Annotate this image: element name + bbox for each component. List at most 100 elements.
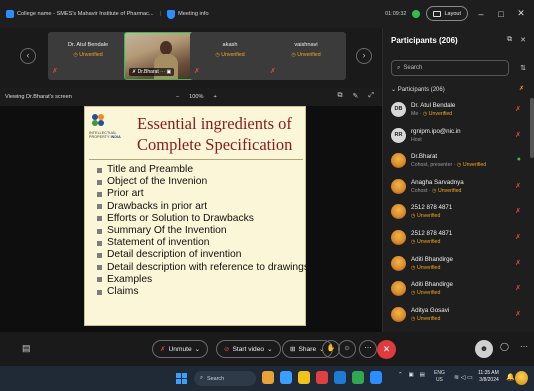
avatar	[391, 229, 406, 245]
mic-muted-icon[interactable]: ✗	[515, 131, 521, 139]
video-name-label: ✗ Dr.Bharat ⋯ ▣	[129, 68, 175, 76]
participants-panel: Participants (206) ⧉ ✕ ⌕ Search ⇅ ⌄ Part…	[382, 28, 534, 332]
participant-row[interactable]: Dr.Bharat Cohost, presenter · ◷ Unverifi…	[383, 149, 529, 175]
panel-scrollbar[interactable]	[530, 98, 534, 158]
participant-tile[interactable]: vaishnavi ◷ Unverified ✗	[266, 32, 346, 80]
more-options-button[interactable]: ⋯	[359, 340, 377, 358]
bullet-square-icon	[97, 192, 102, 197]
participant-row[interactable]: Aditi Bhandirge ◷ Unverified ✗	[383, 252, 529, 278]
app-icon[interactable]	[262, 371, 274, 384]
chat-bubble-icon[interactable]: ◯	[500, 342, 509, 351]
mic-muted-icon[interactable]: ✗	[515, 105, 521, 113]
maximize-button[interactable]: □	[494, 9, 508, 19]
bullet-square-icon	[97, 216, 102, 222]
participant-name: Aditya Gosavi	[411, 306, 450, 314]
participant-row[interactable]: Aditi Bhandirge ◷ Unverified ✗	[383, 277, 529, 303]
chat-icon[interactable]: ▤	[22, 343, 31, 354]
participants-button[interactable]: ☻	[475, 340, 493, 358]
notification-icon[interactable]: 🔔	[506, 373, 515, 381]
layout-button[interactable]: Layout	[426, 6, 468, 21]
zoom-out-button[interactable]: –	[176, 94, 179, 100]
taskbar-search-label: Search	[207, 375, 225, 382]
shield-icon[interactable]	[167, 9, 176, 19]
minimize-button[interactable]: –	[474, 9, 488, 19]
participant-tile[interactable]: Dr. Atul Bendale ◷ Unverified ✗	[48, 32, 128, 80]
chevron-up-icon[interactable]: ⌃	[398, 372, 403, 378]
leave-meeting-button[interactable]: ✕	[377, 340, 396, 359]
tray-app-icon[interactable]: ▣	[409, 372, 414, 378]
participant-name: Anagha Sarvadnya	[411, 178, 464, 186]
tile-name: vaishnavi	[294, 42, 318, 48]
bullet-item: Efforts or Solution to Drawbacks	[97, 213, 309, 225]
app-icon[interactable]	[298, 371, 310, 384]
mic-muted-icon[interactable]: ✗	[515, 310, 521, 318]
more-menu-icon[interactable]: ⋯	[520, 342, 528, 351]
participant-search-input[interactable]: ⌕ Search	[391, 60, 509, 76]
app-icon[interactable]	[280, 371, 292, 384]
secure-status-icon[interactable]	[412, 9, 421, 18]
mic-muted-icon[interactable]: ✗	[515, 207, 521, 215]
avatar	[391, 178, 406, 194]
app-icon[interactable]	[352, 371, 364, 384]
ip-logo-mark	[92, 114, 104, 126]
avatar: RR	[391, 127, 406, 143]
tray-app-icon[interactable]: ▤	[420, 372, 425, 378]
title-separator: |	[159, 11, 162, 17]
participant-role: ◷ Unverified	[411, 264, 441, 271]
popout-icon[interactable]: ⧉	[507, 36, 512, 44]
mic-muted-icon[interactable]: ✗	[515, 259, 521, 267]
mic-muted-icon[interactable]: ✗	[515, 284, 521, 292]
reactions-button[interactable]: ☺	[338, 340, 356, 358]
zoom-in-button[interactable]: +	[213, 94, 216, 100]
strip-prev-button[interactable]: ‹	[20, 48, 36, 64]
mic-muted-icon[interactable]: ✗	[515, 182, 521, 190]
strip-next-button[interactable]: ›	[356, 48, 372, 64]
weather-icon[interactable]	[515, 371, 528, 385]
bullet-square-icon	[97, 204, 102, 210]
participant-tile[interactable]: akash ◷ Unverified ✗	[190, 32, 270, 80]
fullscreen-icon[interactable]: ⤢	[368, 92, 374, 100]
participant-row[interactable]: RR rgnipm.ipo@nic.in Host ✗	[383, 124, 529, 150]
participant-row[interactable]: DB Dr. Atul Bendale Me · ◷ Unverified ✗	[383, 98, 529, 124]
mute-all-icon[interactable]: ✗	[519, 85, 524, 92]
participant-row[interactable]: 2512 878 4871 ◷ Unverified ✗	[383, 200, 529, 226]
search-icon: ⌕	[200, 375, 204, 381]
meeting-info-link[interactable]: Meeting info	[178, 11, 208, 17]
close-window-button[interactable]: ✕	[514, 8, 528, 19]
bullet-square-icon	[97, 167, 102, 173]
unmute-button[interactable]: ✗ Unmute ⌄	[152, 340, 209, 358]
app-icon[interactable]	[316, 371, 328, 384]
annotate-icon[interactable]: ✎	[353, 92, 359, 100]
system-clock[interactable]: 11:35 AM 3/8/2024	[478, 370, 499, 384]
presentation-slide: INTELLECTUAL PROPERTY INDIA Essential in…	[84, 106, 309, 326]
mic-on-icon[interactable]: ●	[517, 156, 521, 163]
wifi-volume-icons[interactable]: ≋ ◁ ▭	[454, 374, 473, 381]
zoom-level: 100%	[189, 94, 204, 100]
ip-india-logo: INTELLECTUAL PROPERTY INDIA	[89, 113, 127, 149]
participant-role: ◷ Unverified	[411, 290, 441, 297]
close-panel-icon[interactable]: ✕	[520, 36, 526, 44]
participants-group-toggle[interactable]: ⌄ Participants (206)	[391, 86, 445, 93]
app-title-group: College name - SMES's Mahavir Institute …	[6, 9, 209, 19]
view-options-icon[interactable]: ⧉	[338, 92, 343, 100]
participant-role: Cohost, presenter · ◷ Unverified	[411, 162, 487, 169]
app-icon[interactable]	[334, 371, 346, 384]
participant-name: Dr. Atul Bendale	[411, 102, 456, 109]
taskbar-search[interactable]: ⌕ Search	[194, 371, 256, 386]
zoom-meeting-window: College name - SMES's Mahavir Institute …	[0, 0, 534, 391]
bullet-square-icon	[97, 289, 102, 295]
participant-row[interactable]: Aditya Gosavi ◷ Unverified ✗	[383, 303, 529, 329]
participant-row[interactable]: 2512 878 4871 ◷ Unverified ✗	[383, 226, 529, 252]
mic-muted-icon[interactable]: ✗	[515, 233, 521, 241]
participant-row[interactable]: Anagha Sarvadnya Cohost · ◷ Unverified ✗	[383, 175, 529, 201]
bullet-item: Claims	[97, 286, 309, 298]
sort-icon[interactable]: ⇅	[520, 64, 526, 72]
zoom-taskbar-icon[interactable]	[370, 371, 382, 384]
participant-role: Host	[411, 136, 422, 143]
language-indicator[interactable]: ENG US	[434, 370, 445, 384]
video-off-icon: ⊘	[224, 346, 230, 353]
windows-start-icon[interactable]	[176, 373, 187, 384]
participant-name: Dr.Bharat	[411, 153, 438, 161]
start-video-button[interactable]: ⊘ Start video ⌄	[216, 340, 281, 358]
person-head	[160, 41, 172, 55]
